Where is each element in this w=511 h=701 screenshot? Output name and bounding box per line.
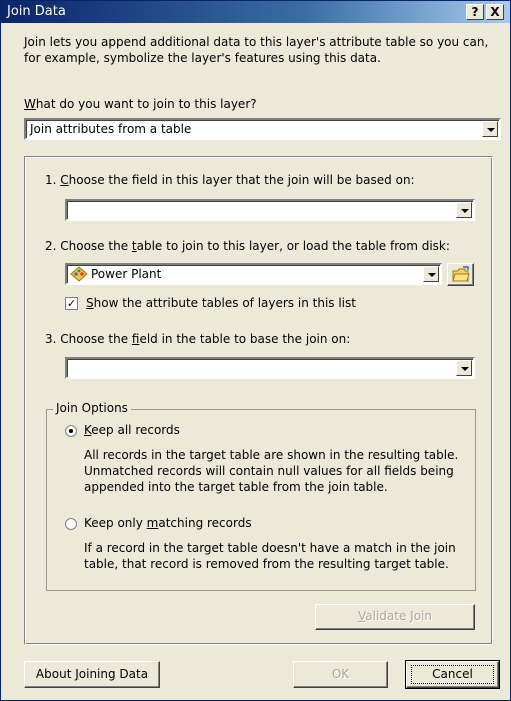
step1-mnemonic: C (60, 173, 69, 187)
keep-all-records-radio[interactable] (65, 425, 77, 437)
keep-all-description: All records in the target table are show… (84, 447, 458, 495)
join-type-value: Join attributes from a table (30, 122, 192, 136)
keep-all-records-label[interactable]: Keep all records (84, 423, 180, 437)
intro-line-1: Join lets you append additional data to … (24, 35, 489, 49)
keep-matching-desc-line-1: If a record in the target table doesn't … (84, 541, 456, 555)
dialog-title: Join Data (7, 4, 66, 19)
step1-label-text: hoose the field in this layer that the j… (68, 173, 415, 187)
keep-matching-prefix: Keep only (84, 516, 147, 530)
keep-all-desc-line-1: All records in the target table are show… (84, 448, 459, 462)
join-type-dropdown[interactable]: Join attributes from a table (24, 118, 501, 140)
keep-all-desc-line-2: Unmatched records will contain null valu… (84, 464, 454, 478)
step3-label-prefix: 3. Choose the (45, 332, 132, 346)
keep-matching-records-label[interactable]: Keep only matching records (84, 516, 252, 530)
keep-matching-description: If a record in the target table doesn't … (84, 540, 456, 572)
chevron-down-icon[interactable] (456, 360, 472, 376)
step1-label-prefix: 1. (45, 173, 61, 187)
chevron-down-icon[interactable] (423, 266, 439, 282)
join-type-mnemonic: W (24, 97, 36, 111)
show-attribute-tables-mnemonic: S (86, 296, 94, 310)
about-joining-data-button[interactable]: About Joining Data (24, 661, 160, 688)
help-button[interactable]: ? (466, 4, 484, 20)
layer-field-dropdown[interactable] (65, 199, 475, 221)
feature-layer-icon (70, 266, 88, 285)
browse-table-button[interactable] (447, 263, 474, 286)
keep-matching-records-radio[interactable] (65, 518, 77, 530)
title-bar[interactable]: Join Data ? X (1, 1, 510, 23)
validate-text: alidate Join (365, 609, 432, 623)
validate-join-button[interactable]: Validate Join (315, 604, 475, 630)
step2-label: 2. Choose the table to join to this laye… (45, 239, 450, 253)
close-button[interactable]: X (486, 4, 504, 20)
step3-label-text: ield in the table to base the join on: (139, 332, 351, 346)
keep-matching-mnemonic: m (146, 516, 159, 530)
join-table-dropdown[interactable]: Power Plant (65, 263, 442, 285)
open-folder-icon (452, 266, 470, 286)
join-table-field-dropdown[interactable] (65, 357, 475, 379)
join-data-dialog: Join Data ? X Join lets you append addit… (0, 0, 511, 701)
step3-label: 3. Choose the field in the table to base… (45, 332, 350, 346)
about-text: oining Data (78, 667, 149, 681)
keep-matching-text: atching records (158, 516, 252, 530)
join-table-value: Power Plant (91, 267, 162, 281)
keep-matching-desc-line-2: table, that record is removed from the r… (84, 557, 449, 571)
step2-label-prefix: 2. Choose the (45, 239, 132, 253)
intro-line-2: for example, symbolize the layer's featu… (24, 51, 381, 65)
show-attribute-tables-checkbox[interactable]: ✓ (65, 297, 78, 310)
join-options-legend: Join Options (53, 401, 131, 415)
show-attribute-tables-text: how the attribute tables of layers in th… (93, 296, 356, 310)
chevron-down-icon[interactable] (482, 121, 498, 137)
keep-all-text: eep all records (91, 423, 180, 437)
cancel-button[interactable]: Cancel (405, 660, 500, 689)
about-prefix: About (35, 667, 76, 681)
show-attribute-tables-label[interactable]: Show the attribute tables of layers in t… (86, 296, 356, 310)
keep-all-desc-line-3: appended into the target table from the … (84, 480, 388, 494)
chevron-down-icon[interactable] (456, 202, 472, 218)
step2-label-text: able to join to this layer, or load the … (136, 239, 450, 253)
intro-text: Join lets you append additional data to … (24, 34, 488, 66)
focus-rect (411, 665, 494, 684)
join-type-label: What do you want to join to this layer? (24, 97, 257, 111)
ok-button[interactable]: OK (293, 661, 388, 688)
join-type-label-text: hat do you want to join to this layer? (35, 97, 257, 111)
step1-label: 1. Choose the field in this layer that t… (45, 173, 415, 187)
